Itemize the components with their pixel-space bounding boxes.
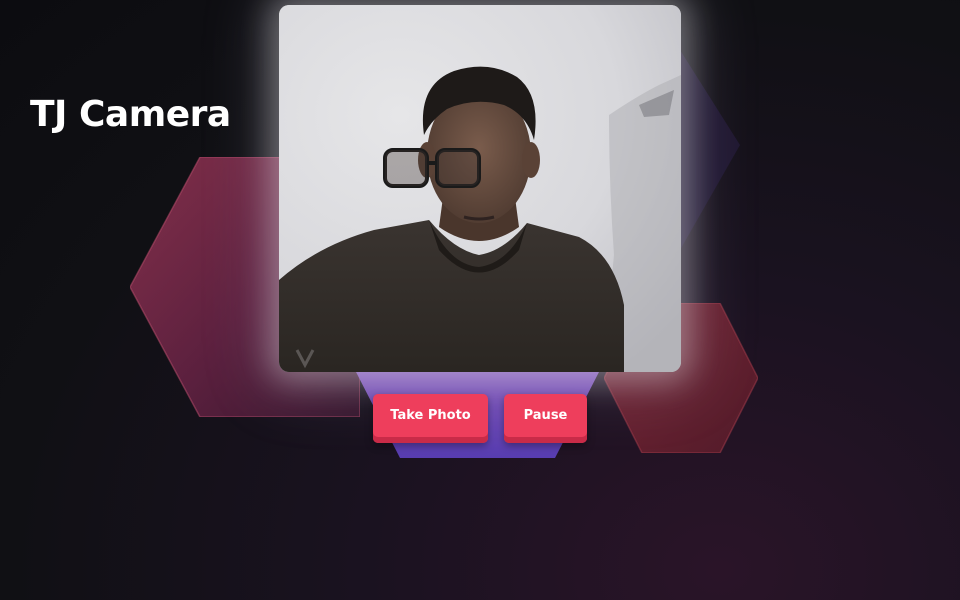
camera-controls: Take Photo Pause xyxy=(373,394,587,443)
pause-button[interactable]: Pause xyxy=(504,394,587,443)
hexagon-decoration-top-right xyxy=(680,50,740,250)
camera-video-preview xyxy=(279,5,681,372)
app-title: TJ Camera xyxy=(30,94,231,135)
take-photo-button[interactable]: Take Photo xyxy=(373,394,488,443)
webcam-feed-image xyxy=(279,5,681,372)
